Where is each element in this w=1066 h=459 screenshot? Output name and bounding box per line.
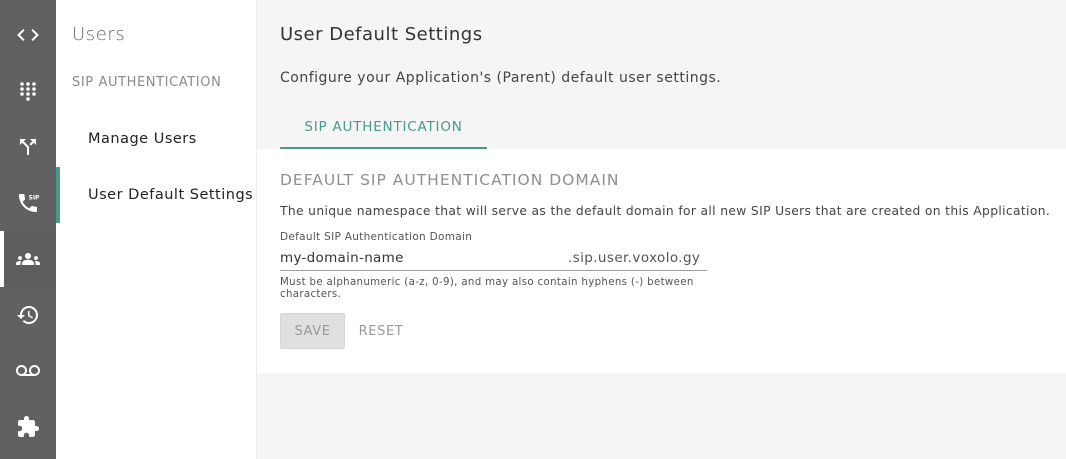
sip-phone-icon: SIP	[19, 194, 41, 212]
rail-item-code[interactable]	[0, 7, 56, 63]
main-content: User Default Settings Configure your App…	[257, 0, 1066, 459]
domain-input[interactable]	[280, 250, 565, 266]
extension-icon	[18, 416, 39, 437]
page-description: Configure your Application's (Parent) de…	[280, 70, 722, 86]
dialpad-icon	[20, 82, 36, 101]
svg-text:SIP: SIP	[29, 195, 41, 202]
tab-sip-authentication[interactable]: SIP AUTHENTICATION	[280, 106, 487, 149]
domain-field-label: Default SIP Authentication Domain	[280, 231, 473, 243]
section-heading: DEFAULT SIP AUTHENTICATION DOMAIN	[280, 171, 620, 189]
reset-button[interactable]: RESET	[350, 313, 412, 349]
users-icon	[16, 253, 40, 265]
history-icon	[17, 306, 38, 324]
section-description: The unique namespace that will serve as …	[280, 204, 1051, 218]
rail-item-history[interactable]	[0, 287, 56, 343]
rail-item-users[interactable]	[0, 231, 56, 287]
call-split-icon	[20, 139, 36, 155]
sidebar-section-label: SIP AUTHENTICATION	[72, 75, 222, 90]
save-button[interactable]: SAVE	[280, 313, 345, 349]
rail-item-sip[interactable]: SIP	[0, 175, 56, 231]
voicemail-icon	[16, 365, 40, 376]
rail-item-dialpad[interactable]	[0, 63, 56, 119]
domain-suffix: .sip.user.voxolo.gy	[568, 250, 701, 266]
domain-helper-text: Must be alphanumeric (a-z, 0-9), and may…	[280, 277, 694, 300]
rail-item-routing[interactable]	[0, 119, 56, 175]
icon-rail: SIP	[0, 0, 56, 459]
settings-card: DEFAULT SIP AUTHENTICATION DOMAIN The un…	[257, 149, 1066, 373]
rail-item-voicemail[interactable]	[0, 343, 56, 399]
sidebar-item-user-default-settings[interactable]: User Default Settings	[56, 167, 256, 223]
sidebar-title: Users	[72, 24, 126, 45]
code-icon	[17, 29, 39, 41]
rail-item-extensions[interactable]	[0, 399, 56, 455]
page-title: User Default Settings	[280, 24, 483, 45]
sidebar: Users SIP AUTHENTICATION Manage Users Us…	[56, 0, 257, 459]
domain-field: .sip.user.voxolo.gy	[280, 246, 707, 271]
sidebar-item-manage-users[interactable]: Manage Users	[56, 111, 256, 167]
